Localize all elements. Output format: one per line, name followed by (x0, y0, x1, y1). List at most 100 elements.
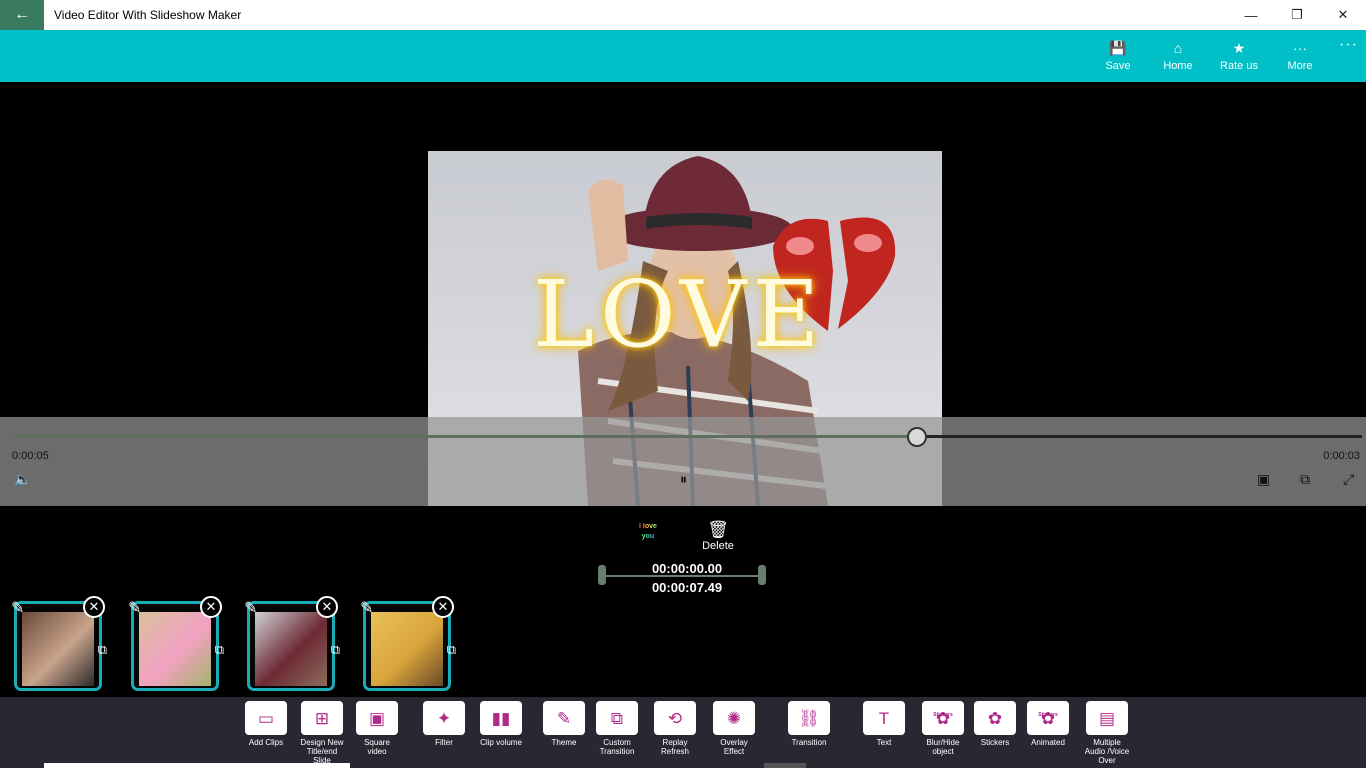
replay-icon: ⟲ (654, 701, 696, 735)
video-preview[interactable]: LOVE 0:00:05 0:00:03 🔈 ⏸ ▣ ⧉ ⤢ (0, 82, 1366, 506)
range-end-time: 00:00:07.49 (651, 580, 723, 595)
tool-label: Text (876, 738, 892, 747)
clip-volume-icon: ▮▮ (480, 701, 522, 735)
tool-label: Design New Title/end Slide (300, 738, 344, 765)
tool-glyph: ✺ (726, 708, 742, 728)
rate-us-button[interactable]: ★ Rate us (1209, 40, 1269, 72)
filter-icon: ✦ (423, 701, 465, 735)
sticker-thumbnail[interactable]: I love you (632, 522, 664, 548)
scroll-indicator[interactable] (44, 763, 350, 768)
star-icon: ★ (1232, 40, 1246, 56)
more-icon: ··· (1293, 40, 1307, 56)
save-label: Save (1105, 60, 1131, 72)
tool-label: Square video (364, 738, 390, 756)
clip-item[interactable]: ✎ ✕ ⧉ (128, 596, 224, 691)
scroll-indicator-secondary (764, 763, 806, 768)
duplicate-clip-icon[interactable]: ⧉ (98, 642, 107, 658)
animated-sticker-icon: ✿ Stickers (1027, 701, 1069, 735)
close-button[interactable]: ✕ (1320, 0, 1366, 30)
add-clips-icon: ▭ (245, 701, 287, 735)
overlay-effect-icon: ✺ (713, 701, 755, 735)
overflow-button[interactable]: ··· (1339, 36, 1358, 54)
tool-theme[interactable]: ✎ Theme (541, 697, 587, 747)
fullscreen-icon[interactable]: ⤢ (1343, 471, 1354, 488)
tool-add-clips[interactable]: ▭ Add Clips (243, 697, 289, 747)
time-remaining: 0:00:03 (1323, 450, 1360, 462)
tool-label: Blur/Hide object (926, 738, 960, 756)
remove-clip-icon[interactable]: ✕ (200, 596, 222, 618)
tool-filter[interactable]: ✦ Filter (421, 697, 467, 747)
tool-label: Custom Transition (599, 738, 635, 756)
tool-text[interactable]: T Text (861, 697, 907, 747)
duplicate-clip-icon[interactable]: ⧉ (215, 642, 224, 658)
tool-clip-volume[interactable]: ▮▮ Clip volume (478, 697, 524, 747)
minimize-button[interactable]: — (1228, 0, 1274, 30)
clip-item[interactable]: ✎ ✕ ⧉ (244, 596, 340, 691)
maximize-button[interactable]: ❐ (1274, 0, 1320, 30)
clip-thumbnail (22, 612, 94, 686)
tool-multi-audio[interactable]: ▤ Multiple Audio /Voice Over (1084, 697, 1130, 765)
duplicate-clip-icon[interactable]: ⧉ (331, 642, 340, 658)
tool-glyph: ✎ (556, 708, 572, 728)
pause-icon[interactable]: ⏸ (680, 471, 687, 488)
tool-glyph: ✿ (987, 708, 1003, 728)
aspect-ratio-icon[interactable]: ▣ (1257, 471, 1270, 488)
tool-transition[interactable]: ⛓ Transition (786, 697, 832, 747)
tool-glyph: ▣ (368, 708, 386, 728)
pencil-icon[interactable]: ✎ (244, 598, 257, 618)
tool-glyph: T (878, 708, 890, 728)
range-start-time: 00:00:00.00 (651, 561, 723, 576)
tool-label: Multiple Audio /Voice Over (1084, 738, 1130, 765)
window-controls: — ❐ ✕ (1228, 0, 1366, 30)
delete-button[interactable]: 🗑 Delete (700, 520, 736, 552)
delete-label: Delete (702, 540, 734, 552)
home-label: Home (1163, 60, 1193, 72)
seek-thumb[interactable] (907, 427, 927, 447)
pencil-icon[interactable]: ✎ (360, 598, 373, 618)
tool-custom-transition[interactable]: ⧉ Custom Transition (594, 697, 640, 756)
home-icon: ⌂ (1173, 40, 1183, 56)
duplicate-clip-icon[interactable]: ⧉ (447, 642, 456, 658)
text-icon: T (863, 701, 905, 735)
remove-clip-icon[interactable]: ✕ (83, 596, 105, 618)
pencil-icon[interactable]: ✎ (11, 598, 24, 618)
command-bar: 💾 Save ⌂ Home ★ Rate us ··· More ··· (0, 30, 1366, 82)
more-button[interactable]: ··· More (1270, 40, 1330, 72)
cast-icon[interactable]: ⧉ (1300, 471, 1310, 488)
tool-animated-sticker[interactable]: ✿ Stickers Animated (1025, 697, 1071, 747)
tool-overlay-effect[interactable]: ✺ Overlay Effect (711, 697, 757, 756)
pencil-icon[interactable]: ✎ (128, 598, 141, 618)
tool-design-slide[interactable]: ⊞ Design New Title/end Slide (299, 697, 345, 765)
tool-glyph: ▭ (257, 708, 275, 728)
home-button[interactable]: ⌂ Home (1148, 40, 1208, 72)
stickers-icon: ✿ (974, 701, 1016, 735)
save-icon: 💾 (1109, 40, 1127, 56)
tool-glyph: ⊞ (314, 708, 330, 728)
clip-thumbnail (139, 612, 211, 686)
tool-glyph: ⛓ (798, 708, 820, 728)
save-button[interactable]: 💾 Save (1088, 40, 1148, 72)
tool-glyph: ▤ (1098, 708, 1116, 728)
tool-replay[interactable]: ⟲ Replay Refresh (652, 697, 698, 756)
tool-glyph: ⟲ (667, 708, 683, 728)
remove-clip-icon[interactable]: ✕ (316, 596, 338, 618)
more-label: More (1287, 60, 1313, 72)
clip-item[interactable]: ✎ ✕ ⧉ (360, 596, 456, 691)
tool-glyph: ⧉ (610, 708, 624, 728)
back-button[interactable]: ← (0, 0, 44, 30)
tool-square-video[interactable]: ▣ Square video (354, 697, 400, 756)
tool-blur-sticker[interactable]: ✿ Stickers Blur/Hide object (920, 697, 966, 756)
clip-item[interactable]: ✎ ✕ ⧉ (11, 596, 107, 691)
title-bar: ← Video Editor With Slideshow Maker — ❐ … (0, 0, 1366, 30)
seek-bar[interactable] (12, 435, 1362, 438)
range-start-handle[interactable] (598, 565, 606, 585)
remove-clip-icon[interactable]: ✕ (432, 596, 454, 618)
tool-label: Animated (1031, 738, 1065, 747)
bottom-toolbar: ▭ Add Clips ⊞ Design New Title/end Slide ▣ Sq… (0, 697, 1366, 768)
theme-icon: ✎ (543, 701, 585, 735)
trash-icon: 🗑 (707, 520, 729, 539)
tool-label: Clip volume (480, 738, 522, 747)
tool-sublabel: Stickers (933, 712, 953, 718)
tool-stickers[interactable]: ✿ Stickers (972, 697, 1018, 747)
volume-icon[interactable]: 🔈 (14, 471, 31, 488)
